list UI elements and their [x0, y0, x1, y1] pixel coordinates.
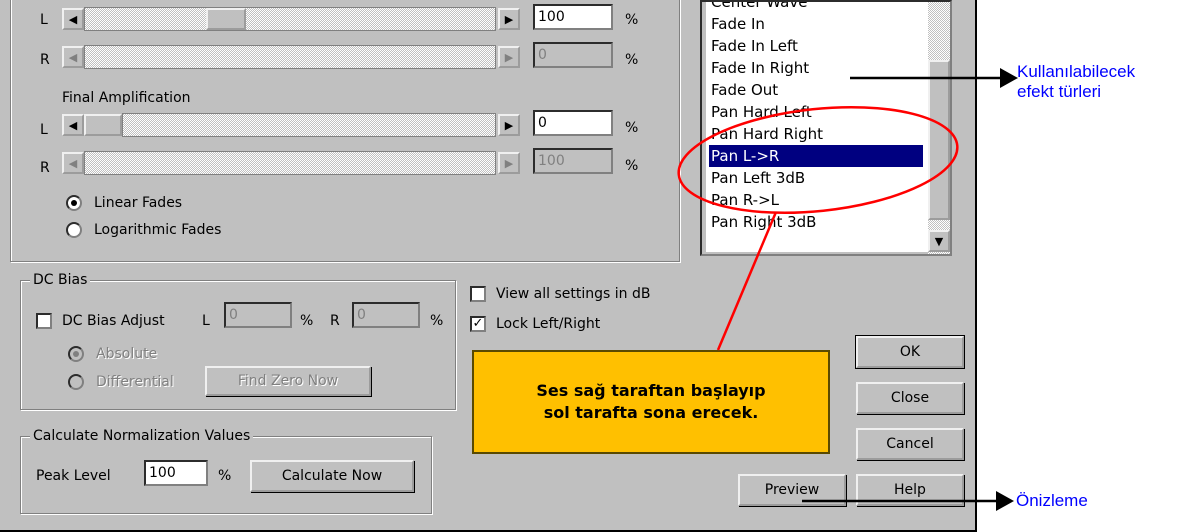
effects-annotation-line-1: Kullanılabilecek	[1017, 62, 1136, 81]
highlight-ellipse	[677, 105, 959, 215]
effects-arrow-head	[1000, 68, 1018, 88]
preview-annotation: Önizleme	[1016, 491, 1088, 510]
callout-pointer-line	[716, 211, 778, 351]
preview-arrow-head	[996, 491, 1014, 511]
annotation-overlay	[677, 68, 1018, 511]
effects-annotation: Kullanılabilecek efekt türleri	[1017, 62, 1135, 102]
effects-annotation-line-2: efekt türleri	[1017, 82, 1102, 101]
